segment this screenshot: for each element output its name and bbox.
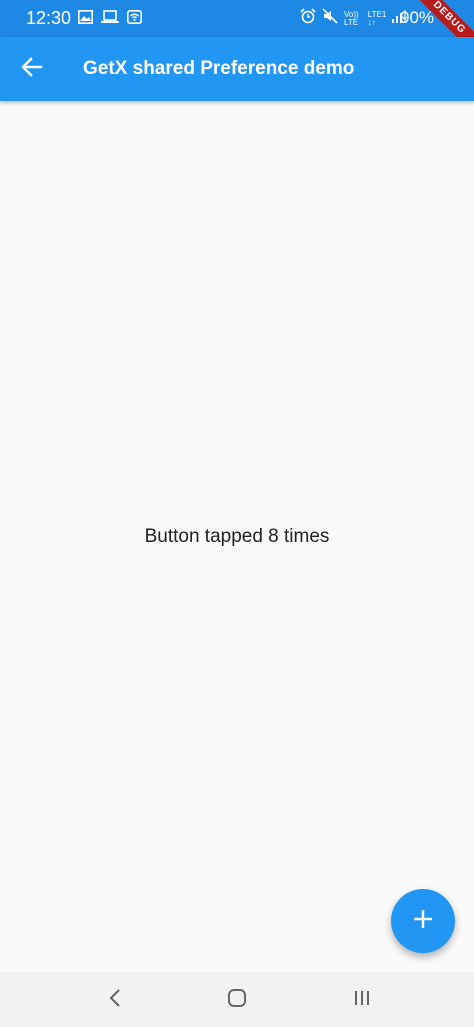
nav-home-button[interactable]: [223, 986, 251, 1014]
status-right-icons: Vo)) LTE LTE1 ↓↑: [300, 8, 406, 29]
mute-icon: [322, 8, 338, 29]
home-icon: [227, 988, 247, 1013]
status-bar: 12:30 Vo)) LTE LTE1 ↓↑ 90% DEBUG: [0, 0, 474, 37]
plus-icon: [412, 908, 434, 935]
wifi-icon: [127, 10, 142, 29]
alarm-icon: [300, 8, 316, 29]
image-icon: [78, 10, 93, 29]
nav-recents-button[interactable]: [348, 986, 376, 1014]
page-title: GetX shared Preference demo: [83, 58, 355, 79]
network-bottom-label: LTE1 ↓↑: [367, 9, 387, 27]
increment-button[interactable]: [391, 889, 455, 953]
recents-icon: [352, 989, 372, 1012]
status-time: 12:30: [26, 8, 72, 28]
arrow-back-icon: [21, 56, 43, 83]
app-bar: GetX shared Preference demo: [0, 37, 474, 101]
network-indicator-secondary: LTE1 ↓↑: [367, 9, 387, 27]
nav-back-button[interactable]: [101, 986, 129, 1014]
laptop-icon: [101, 10, 119, 29]
counter-label: Button tapped 8 times: [144, 526, 330, 547]
network-top-label: Vo)) LTE: [344, 9, 359, 27]
system-nav-bar: [0, 972, 474, 1027]
network-indicator: Vo)) LTE: [344, 9, 362, 27]
status-left-icons: [78, 10, 142, 29]
battery-level: 90%: [400, 8, 435, 27]
back-button[interactable]: [16, 53, 48, 85]
back-icon: [107, 988, 123, 1013]
